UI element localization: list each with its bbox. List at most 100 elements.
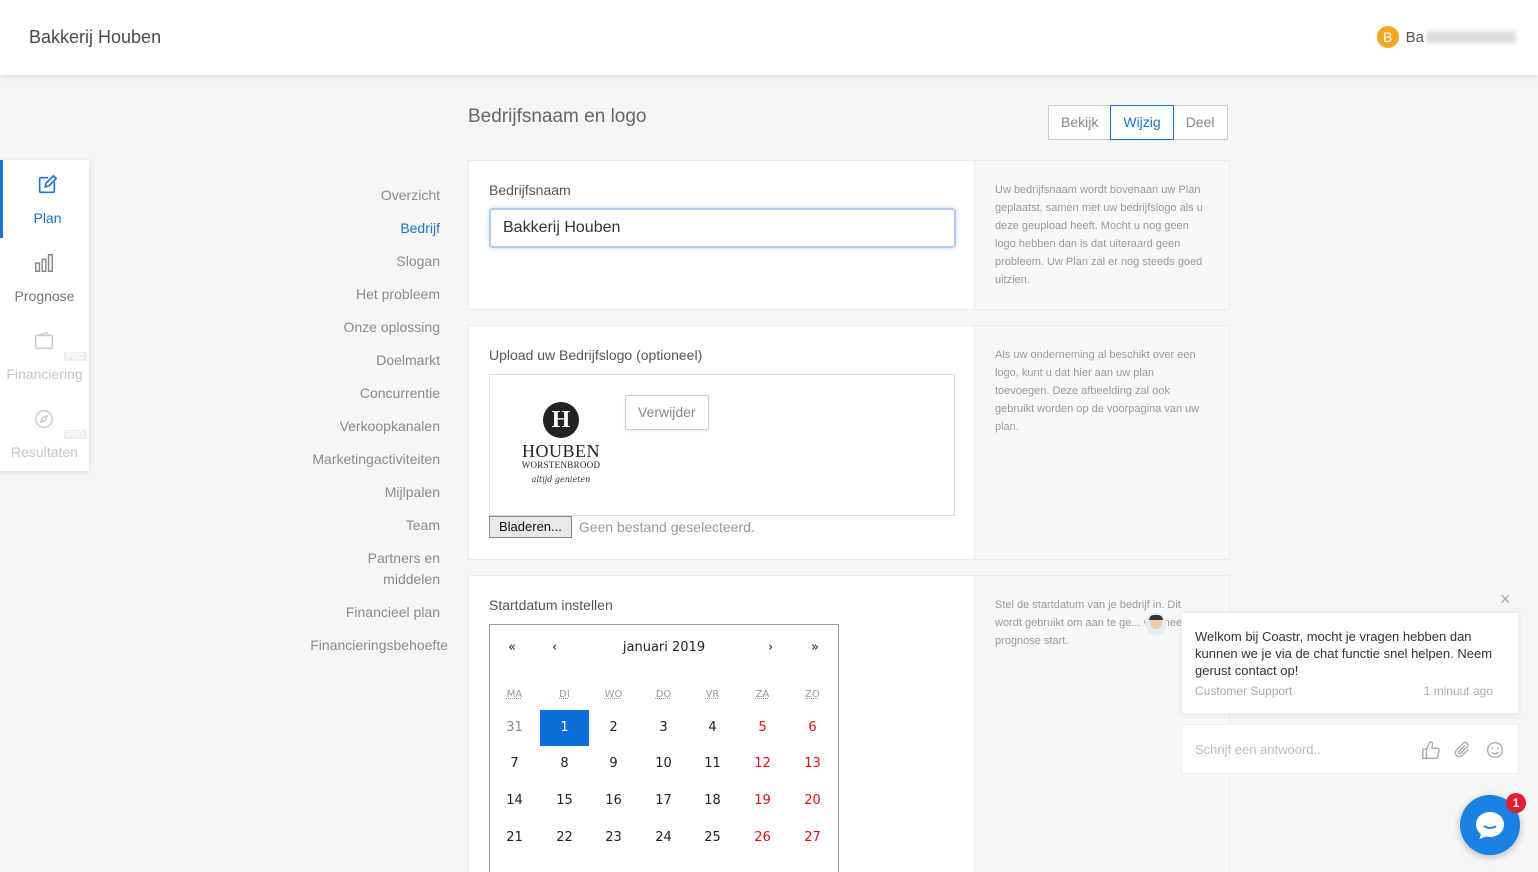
calendar-day[interactable]: 15 (540, 783, 589, 819)
logo-preview-box: H HOUBEN WORSTENBROOD altijd genieten Ve… (489, 374, 955, 516)
section-nav-item[interactable]: Verkoopkanalen (290, 416, 440, 437)
calendar-day[interactable]: 7 (490, 746, 539, 782)
start-date-help-text: Stel de startdatum van je bedrijf in. Di… (995, 599, 1202, 647)
calendar-day[interactable]: 8 (540, 746, 589, 782)
logo-upload-label: Upload uw Bedrijfslogo (optioneel) (489, 347, 703, 363)
file-picker: Bladeren... Geen bestand geselecteerd. (489, 516, 755, 538)
calendar-day[interactable]: 14 (490, 783, 539, 819)
section-nav-item[interactable]: Het probleem (290, 284, 440, 305)
section-nav-item[interactable]: Concurrentie (290, 383, 440, 404)
prev-year-button[interactable]: « (508, 640, 516, 655)
rail-item-label: Prognose (14, 288, 75, 304)
user-avatar[interactable]: B (1376, 26, 1399, 48)
calendar-day[interactable]: 27 (788, 820, 837, 856)
section-nav-item[interactable]: Slogan (290, 251, 440, 272)
calendar-day[interactable]: 26 (738, 820, 787, 856)
calendar-day[interactable]: 3 (639, 710, 688, 746)
weekday-header: VR (705, 689, 720, 700)
start-date-label: Startdatum instellen (489, 597, 613, 613)
logo-help: Als uw onderneming al beschikt over een … (974, 326, 1229, 559)
support-agent-avatar (1145, 613, 1167, 635)
section-nav-item[interactable]: Partners en middelen (290, 548, 440, 590)
section-nav-item[interactable]: Onze oplossing (290, 317, 440, 338)
weekday-header: MA (506, 689, 523, 700)
calendar-day[interactable]: 13 (788, 746, 837, 782)
company-name-label: Bedrijfsnaam (489, 182, 571, 198)
calendar-day[interactable]: 11 (688, 746, 737, 782)
section-nav-item-active[interactable]: Bedrijf (290, 218, 440, 239)
calendar-day[interactable]: 4 (688, 710, 737, 746)
chat-launcher-button[interactable]: 1 (1460, 793, 1526, 855)
calendar-day[interactable]: 22 (540, 820, 589, 856)
calendar-day[interactable]: 19 (738, 783, 787, 819)
calendar-day[interactable]: 17 (639, 783, 688, 819)
section-nav-item[interactable]: Overzicht (290, 185, 440, 206)
next-month-button[interactable]: › (768, 640, 773, 655)
attachment-icon[interactable] (1452, 739, 1474, 761)
calendar-day[interactable]: 25 (688, 820, 737, 856)
mode-share-button[interactable]: Deel (1172, 105, 1228, 140)
section-nav-item[interactable]: Financieel plan (290, 602, 440, 623)
chat-message-meta: Customer Support 1 minuut ago (1195, 684, 1493, 698)
chat-close-icon[interactable]: × (1500, 589, 1511, 610)
rail-item-label: Resultaten (11, 444, 78, 460)
rail-item-prognose[interactable]: Prognose (0, 238, 89, 316)
rail-item-plan[interactable]: Plan (0, 160, 89, 238)
start-date-card: Startdatum instellen januari 2019 « ‹ › … (468, 575, 1230, 872)
mode-view-button[interactable]: Bekijk (1048, 105, 1112, 140)
calendar-day[interactable]: 24 (639, 820, 688, 856)
user-name-blurred (1426, 31, 1516, 43)
logo-subtext: WORSTENBROOD (521, 460, 601, 470)
main-nav-rail: Plan Prognose PRO Financiering PRO Resul… (0, 160, 89, 471)
section-nav-item[interactable]: Marketingactiviteiten (290, 449, 440, 470)
chat-message-bubble: Welkom bij Coastr, mocht je vragen hebbe… (1181, 612, 1519, 714)
unread-badge: 1 (1506, 793, 1526, 813)
section-nav-item[interactable]: Team (290, 515, 440, 536)
logo-wordmark: HOUBEN (522, 441, 600, 461)
next-year-button[interactable]: » (811, 640, 819, 655)
calendar-day[interactable]: 31 (490, 710, 539, 746)
calendar-day[interactable]: 16 (589, 783, 638, 819)
calendar-day[interactable]: 9 (589, 746, 638, 782)
emoji-icon[interactable] (1484, 739, 1506, 761)
company-name-card: Bedrijfsnaam Bakkerij Houben Uw bedrijfs… (468, 160, 1230, 310)
calendar-day[interactable]: 12 (738, 746, 787, 782)
section-nav-item[interactable]: Mijlpalen (290, 482, 440, 503)
mode-edit-button[interactable]: Wijzig (1110, 105, 1174, 140)
weekday-header: WO (604, 689, 623, 700)
calendar-day[interactable]: 21 (490, 820, 539, 856)
prev-month-button[interactable]: ‹ (552, 640, 557, 655)
weekday-header: DO (655, 689, 672, 700)
rail-item-resultaten[interactable]: PRO Resultaten (0, 394, 89, 472)
user-menu[interactable]: B Ba (1376, 26, 1516, 48)
remove-logo-button[interactable]: Verwijder (625, 395, 709, 430)
calendar-day[interactable]: 20 (788, 783, 837, 819)
calendar-day[interactable]: 10 (639, 746, 688, 782)
logo-card: Upload uw Bedrijfslogo (optioneel) H HOU… (468, 325, 1230, 560)
weekday-header: DI (559, 689, 570, 700)
calendar-day[interactable]: 5 (738, 710, 787, 746)
thumbs-up-icon[interactable] (1420, 739, 1442, 761)
rail-item-financiering[interactable]: PRO Financiering (0, 316, 89, 394)
calendar-day[interactable]: 6 (788, 710, 837, 746)
browse-button[interactable]: Bladeren... (489, 516, 572, 538)
chat-reply-field[interactable]: Schrijf een antwoord.. (1181, 724, 1519, 774)
edit-icon (38, 174, 58, 194)
brand-title[interactable]: Bakkerij Houben (29, 27, 161, 48)
wallet-icon (35, 331, 53, 350)
section-nav-item[interactable]: Financieringsbehoefte (290, 635, 448, 656)
calendar-day[interactable]: 1 (540, 710, 589, 746)
company-name-input[interactable]: Bakkerij Houben (489, 208, 956, 248)
logo-mark: H (543, 402, 579, 438)
chat-message-text: Welkom bij Coastr, mocht je vragen hebbe… (1195, 629, 1493, 678)
pro-badge: PRO (63, 352, 87, 361)
weekday-header: ZO (805, 689, 820, 700)
calendar-day[interactable]: 23 (589, 820, 638, 856)
rail-item-label: Financiering (6, 366, 83, 382)
user-name[interactable]: Ba (1406, 29, 1424, 46)
calendar-month-label: januari 2019 (622, 640, 706, 655)
calendar-day[interactable]: 2 (589, 710, 638, 746)
date-picker-calendar: januari 2019 « ‹ › » MA DI WO DO VR ZA Z… (489, 624, 839, 872)
section-nav-item[interactable]: Doelmarkt (290, 350, 440, 371)
calendar-day[interactable]: 18 (688, 783, 737, 819)
